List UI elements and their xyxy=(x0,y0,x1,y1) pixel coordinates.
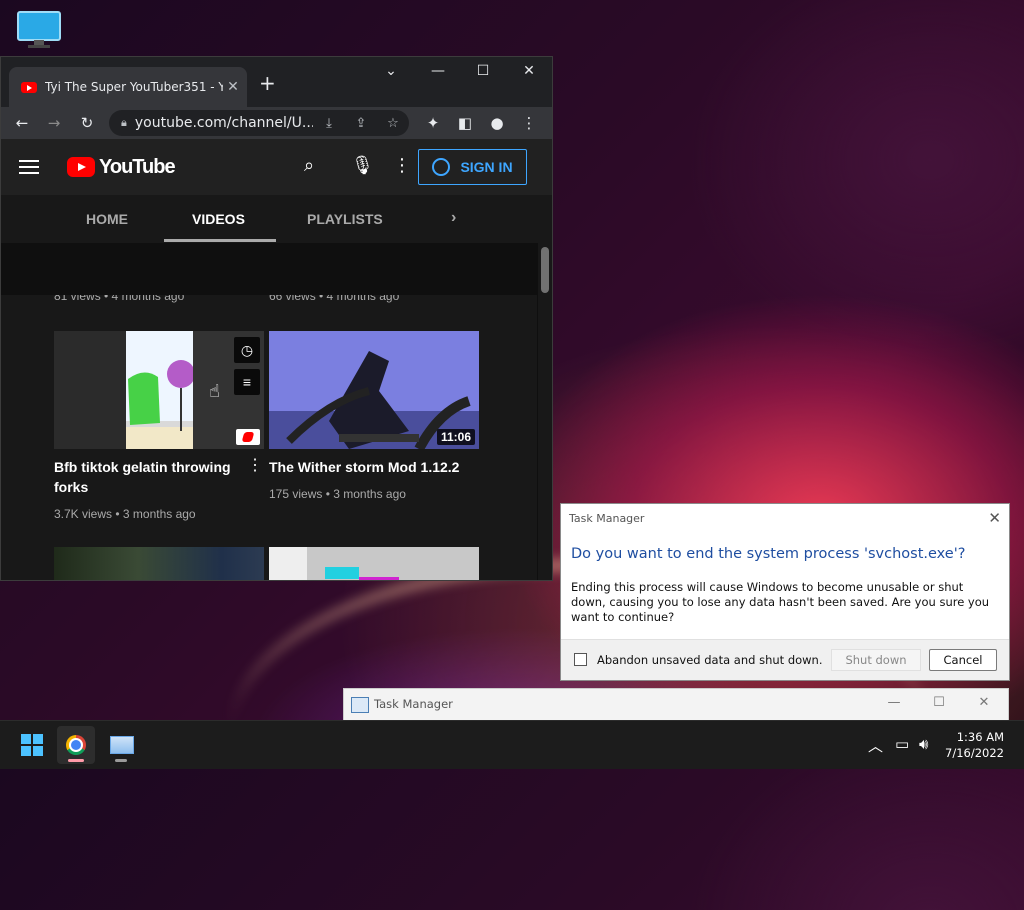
watch-later-icon[interactable]: ◷ xyxy=(234,337,260,363)
tab-videos[interactable]: VIDEOS xyxy=(192,211,245,227)
hand-cursor-icon: ☝︎ xyxy=(209,381,220,401)
chrome-window: Tyi The Super YouTuber351 - You ✕ + ⌄ — … xyxy=(0,56,553,581)
start-tile xyxy=(33,734,43,744)
running-indicator xyxy=(115,759,127,762)
youtube-logo[interactable]: YouTube xyxy=(67,155,176,179)
cancel-button[interactable]: Cancel xyxy=(929,649,997,671)
video-meta: 81 views • 4 months ago xyxy=(54,295,185,303)
side-panel-icon[interactable]: ◧ xyxy=(449,114,481,132)
taskbar-chrome-button[interactable] xyxy=(57,726,95,764)
account-icon xyxy=(432,158,451,176)
new-tab-button[interactable]: + xyxy=(259,71,276,95)
start-button[interactable] xyxy=(21,734,43,756)
video-title[interactable]: Bfb tiktok gelatin throwing forks xyxy=(54,457,234,497)
tm-minimize-button[interactable]: — xyxy=(874,695,914,710)
end-process-dialog: Task Manager ✕ Do you want to end the sy… xyxy=(560,503,1010,681)
volume-icon[interactable]: 🔊︎ xyxy=(919,735,928,753)
browser-toolbar: ← → ↻ 🔒︎ youtube.com/channel/U... ⤓ ⇪ ☆ … xyxy=(1,107,552,139)
forward-arrow-icon[interactable]: → xyxy=(38,114,70,132)
shorts-icon xyxy=(236,429,260,445)
video-meta: 66 views • 4 months ago xyxy=(269,295,400,303)
clock-date: 7/16/2022 xyxy=(945,746,1004,760)
youtube-favicon-icon xyxy=(21,81,37,93)
close-window-button[interactable]: ✕ xyxy=(509,63,549,79)
chrome-icon xyxy=(66,735,86,755)
start-tile xyxy=(33,746,43,756)
share-icon[interactable]: ⇪ xyxy=(345,116,377,131)
tab-playlists[interactable]: PLAYLISTS xyxy=(307,211,383,227)
clock-time: 1:36 AM xyxy=(956,730,1004,744)
youtube-wordmark: YouTube xyxy=(99,155,176,178)
start-tile xyxy=(21,734,31,744)
dialog-window-title: Task Manager xyxy=(569,512,645,525)
maximize-button[interactable]: ☐ xyxy=(463,63,503,79)
thumbnail-art xyxy=(269,547,399,580)
taskbar: ︿ ▭ 🔊︎ 1:36 AM 7/16/2022 xyxy=(0,720,1024,769)
dialog-heading: Do you want to end the system process 's… xyxy=(571,546,966,562)
task-manager-icon xyxy=(351,697,369,713)
bfb-thumbnail-art xyxy=(126,331,264,449)
active-tab-underline xyxy=(164,239,276,242)
dialog-body-text: Ending this process will cause Windows t… xyxy=(571,580,990,624)
lock-icon: 🔒︎ xyxy=(121,116,127,129)
video-actions-icon[interactable]: ⋮ xyxy=(247,455,263,475)
youtube-header: YouTube ⌕ 🎙︎ ⋮ SIGN IN xyxy=(1,139,552,195)
video-title[interactable]: The Wither storm Mod 1.12.2 xyxy=(269,457,459,477)
video-thumbnail[interactable] xyxy=(54,547,264,580)
network-icon[interactable]: ▭ xyxy=(895,735,909,753)
minimize-button[interactable]: — xyxy=(418,63,458,79)
back-arrow-icon[interactable]: ← xyxy=(6,114,38,132)
tm-maximize-button[interactable]: ☐ xyxy=(919,695,959,710)
channel-tabs: HOME VIDEOS PLAYLISTS › xyxy=(1,195,552,243)
video-thumbnail[interactable]: 11:06 xyxy=(269,331,479,449)
dialog-footer: Abandon unsaved data and shut down. Shut… xyxy=(561,639,1009,680)
clock[interactable]: 1:36 AM 7/16/2022 xyxy=(945,729,1004,761)
video-grid: 81 views • 4 months ago 66 views • 4 mon… xyxy=(1,295,537,580)
task-manager-app-icon xyxy=(110,736,134,754)
dialog-close-icon[interactable]: ✕ xyxy=(988,509,1001,527)
install-app-icon[interactable]: ⤓ xyxy=(313,116,345,131)
tab-title: Tyi The Super YouTuber351 - You xyxy=(45,80,223,94)
url-text[interactable]: youtube.com/channel/U... xyxy=(135,115,313,131)
task-manager-title: Task Manager xyxy=(374,697,453,711)
microphone-icon[interactable]: 🎙︎ xyxy=(351,155,374,176)
running-indicator xyxy=(68,759,84,762)
video-meta: 175 views • 3 months ago xyxy=(269,487,406,501)
tab-youtube-channel[interactable]: Tyi The Super YouTuber351 - You ✕ xyxy=(9,67,247,107)
extensions-puzzle-icon[interactable]: ✦ xyxy=(417,114,449,132)
chevron-right-icon[interactable]: › xyxy=(451,209,456,227)
tab-close-icon[interactable]: ✕ xyxy=(223,79,243,95)
sign-in-button[interactable]: SIGN IN xyxy=(418,149,527,185)
abandon-data-checkbox[interactable] xyxy=(574,653,587,666)
hamburger-menu-icon[interactable] xyxy=(19,156,39,178)
more-options-icon[interactable]: ⋮ xyxy=(393,155,411,176)
video-meta: 3.7K views • 3 months ago xyxy=(54,507,196,521)
search-icon[interactable]: ⌕ xyxy=(304,155,314,176)
address-bar[interactable]: 🔒︎ youtube.com/channel/U... ⤓ ⇪ ☆ xyxy=(109,110,409,136)
sign-in-label: SIGN IN xyxy=(460,159,513,175)
scrollbar-thumb[interactable] xyxy=(541,247,549,293)
reload-icon[interactable]: ↻ xyxy=(71,114,103,132)
chrome-menu-icon[interactable]: ⋮ xyxy=(513,114,545,132)
tab-home[interactable]: HOME xyxy=(86,211,128,227)
this-pc-desktop-icon[interactable] xyxy=(16,10,62,50)
taskbar-task-manager-button[interactable] xyxy=(102,726,140,764)
tm-close-button[interactable]: ✕ xyxy=(964,695,1004,710)
profile-icon[interactable]: ● xyxy=(481,114,513,132)
task-manager-window: Task Manager — ☐ ✕ xyxy=(343,688,1009,721)
start-tile xyxy=(21,746,31,756)
duration-badge: 11:06 xyxy=(436,429,475,445)
bookmark-star-icon[interactable]: ☆ xyxy=(377,116,409,131)
add-to-queue-icon[interactable]: ≡ xyxy=(234,369,260,395)
video-thumbnail[interactable]: ◷ ≡ ☝︎ xyxy=(54,331,264,449)
shut-down-button[interactable]: Shut down xyxy=(831,649,921,671)
abandon-data-label[interactable]: Abandon unsaved data and shut down. xyxy=(597,653,823,667)
video-thumbnail[interactable] xyxy=(269,547,479,580)
youtube-play-icon xyxy=(67,157,95,177)
tab-strip: Tyi The Super YouTuber351 - You ✕ + ⌄ — … xyxy=(1,57,552,107)
tab-search-chevron-icon[interactable]: ⌄ xyxy=(371,63,411,79)
show-hidden-icons-chevron-icon[interactable]: ︿ xyxy=(868,735,883,756)
